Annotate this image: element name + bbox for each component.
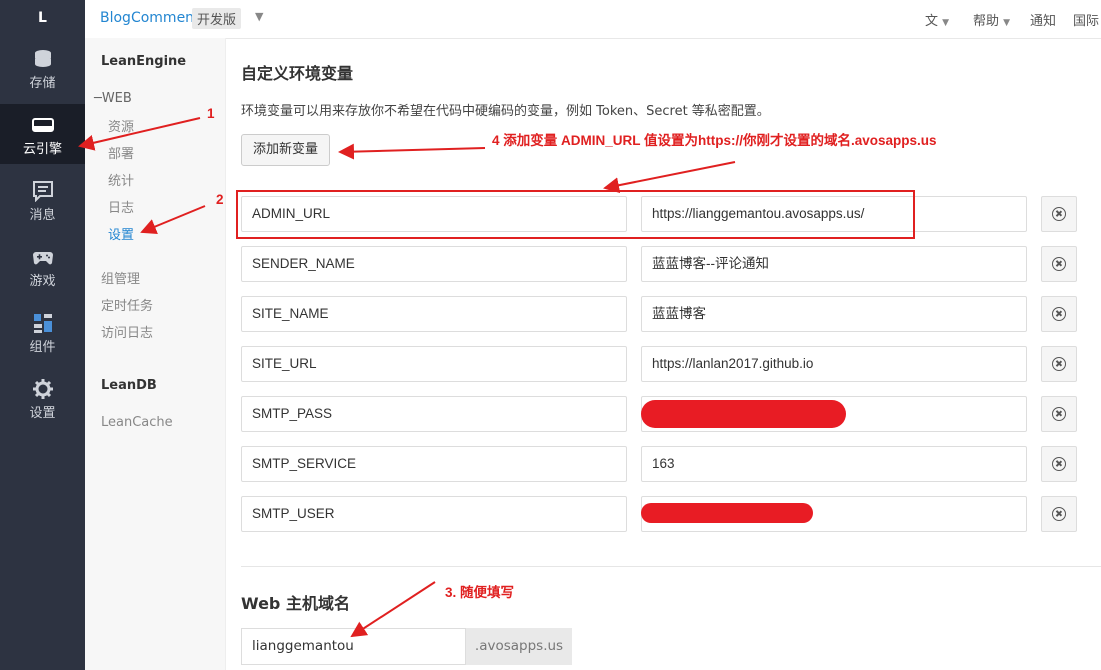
web-host-title: Web 主机域名: [241, 594, 350, 613]
env-key-input[interactable]: SMTP_PASS: [241, 396, 627, 432]
env-var-row: SMTP_SERVICE 163: [241, 446, 1101, 482]
annotation-label: 3. 随便填写: [445, 585, 515, 600]
rail-label: 云引擎: [22, 142, 62, 157]
delete-variable-button[interactable]: [1041, 196, 1077, 232]
env-value-input[interactable]: 蓝蓝博客: [641, 296, 1027, 332]
nav-item-stats[interactable]: 统计: [108, 170, 134, 189]
close-circle-icon: [1052, 357, 1066, 371]
collapse-icon: ─: [94, 91, 102, 106]
section-leanengine[interactable]: LeanEngine: [101, 54, 186, 69]
delete-variable-button[interactable]: [1041, 346, 1077, 382]
env-value-input[interactable]: 163: [641, 446, 1027, 482]
section-divider: [241, 566, 1101, 567]
nav-web-label: WEB: [101, 91, 132, 106]
domain-suffix: .avosapps.us: [466, 628, 572, 665]
chevron-down-icon[interactable]: ▼: [255, 10, 263, 23]
env-var-row: SITE_URL https://lanlan2017.github.io: [241, 346, 1101, 382]
message-icon: [32, 181, 53, 202]
env-key-input[interactable]: SMTP_SERVICE: [241, 446, 627, 482]
rail-item-storage[interactable]: 存储: [0, 38, 85, 98]
rail-item-messages[interactable]: 消息: [0, 170, 85, 230]
annotation-label: 2: [216, 192, 224, 207]
server-icon: [31, 118, 54, 132]
nav-item-resources[interactable]: 资源: [108, 116, 134, 135]
env-badge: 开发版: [192, 8, 242, 29]
env-var-row: SMTP_PASS: [241, 396, 1101, 432]
annotation-label: 4 添加变量 ADMIN_URL 值设置为https://你刚才设置的域名.av…: [492, 133, 937, 148]
nav-web-group[interactable]: ─WEB: [94, 91, 132, 106]
env-key-input[interactable]: SENDER_NAME: [241, 246, 627, 282]
rail-item-cloud-engine[interactable]: 云引擎: [0, 104, 85, 164]
redaction-mark: [641, 503, 813, 523]
language-menu[interactable]: 文 ▼: [925, 10, 949, 29]
section-leandb[interactable]: LeanDB: [101, 378, 157, 393]
delete-variable-button[interactable]: [1041, 446, 1077, 482]
page-title: 自定义环境变量: [241, 64, 354, 83]
rail-item-components[interactable]: 组件: [0, 302, 85, 362]
close-circle-icon: [1052, 307, 1066, 321]
chevron-down-icon: ▼: [1003, 18, 1011, 28]
help-menu[interactable]: 帮助 ▼: [973, 10, 1010, 29]
nav-item-group-management[interactable]: 组管理: [101, 268, 140, 287]
help-label: 帮助: [973, 14, 1000, 29]
chevron-down-icon: ▼: [942, 18, 950, 28]
notifications-link[interactable]: 通知: [1030, 10, 1056, 29]
env-value-input[interactable]: 蓝蓝博客--评论通知: [641, 246, 1027, 282]
nav-item-logs[interactable]: 日志: [108, 197, 134, 216]
database-icon: [34, 50, 51, 67]
nav-item-access-logs[interactable]: 访问日志: [101, 322, 153, 341]
env-var-row: SITE_NAME 蓝蓝博客: [241, 296, 1101, 332]
rail-label: 设置: [29, 406, 56, 421]
rail-item-settings[interactable]: 设置: [0, 368, 85, 428]
env-key-input[interactable]: SITE_URL: [241, 346, 627, 382]
international-link[interactable]: 国际: [1073, 10, 1099, 29]
rail-label: 游戏: [29, 274, 56, 289]
env-value-input[interactable]: https://lianggemantou.avosapps.us/: [641, 196, 1027, 232]
env-value-input[interactable]: https://lanlan2017.github.io: [641, 346, 1027, 382]
close-circle-icon: [1052, 457, 1066, 471]
gamepad-icon: [32, 252, 53, 265]
rail-item-games[interactable]: 游戏: [0, 236, 85, 296]
secondary-nav: LeanEngine ─WEB 资源 部署 统计 日志 设置 组管理 定时任务 …: [85, 38, 226, 670]
close-circle-icon: [1052, 507, 1066, 521]
rail-label: 消息: [29, 208, 56, 223]
delete-variable-button[interactable]: [1041, 296, 1077, 332]
add-variable-button[interactable]: 添加新变量: [241, 134, 331, 166]
env-var-row: ADMIN_URL https://lianggemantou.avosapps…: [241, 196, 1101, 232]
puzzle-icon: [33, 314, 52, 333]
env-var-row: SENDER_NAME 蓝蓝博客--评论通知: [241, 246, 1101, 282]
rail-label: 组件: [29, 340, 56, 355]
left-rail: L 存储 云引擎 消息 游戏 组件 设置: [0, 0, 85, 670]
nav-item-leancache[interactable]: LeanCache: [101, 415, 173, 430]
gear-icon: [32, 379, 53, 399]
domain-input-group: lianggemantou .avosapps.us: [241, 628, 572, 665]
nav-item-scheduled-tasks[interactable]: 定时任务: [101, 295, 153, 314]
domain-input[interactable]: lianggemantou: [241, 628, 466, 665]
env-key-input[interactable]: ADMIN_URL: [241, 196, 627, 232]
close-circle-icon: [1052, 257, 1066, 271]
app-logo[interactable]: L: [0, 0, 85, 38]
env-key-input[interactable]: SITE_NAME: [241, 296, 627, 332]
rail-label: 存储: [29, 76, 56, 91]
translate-icon: 文: [925, 14, 939, 29]
env-var-row: SMTP_USER: [241, 496, 1101, 532]
app-name-link[interactable]: BlogComment: [100, 10, 200, 26]
env-key-input[interactable]: SMTP_USER: [241, 496, 627, 532]
redaction-mark: [641, 400, 846, 428]
page-description: 环境变量可以用来存放你不希望在代码中硬编码的变量，例如 Token、Secret…: [241, 104, 770, 119]
close-circle-icon: [1052, 207, 1066, 221]
close-circle-icon: [1052, 407, 1066, 421]
delete-variable-button[interactable]: [1041, 396, 1077, 432]
nav-item-deploy[interactable]: 部署: [108, 143, 134, 162]
top-bar: BlogComment 开发版 ▼ 文 ▼ 帮助 ▼ 通知 国际: [85, 0, 1101, 39]
delete-variable-button[interactable]: [1041, 246, 1077, 282]
delete-variable-button[interactable]: [1041, 496, 1077, 532]
nav-item-settings[interactable]: 设置: [108, 224, 134, 243]
annotation-label: 1: [207, 106, 215, 121]
